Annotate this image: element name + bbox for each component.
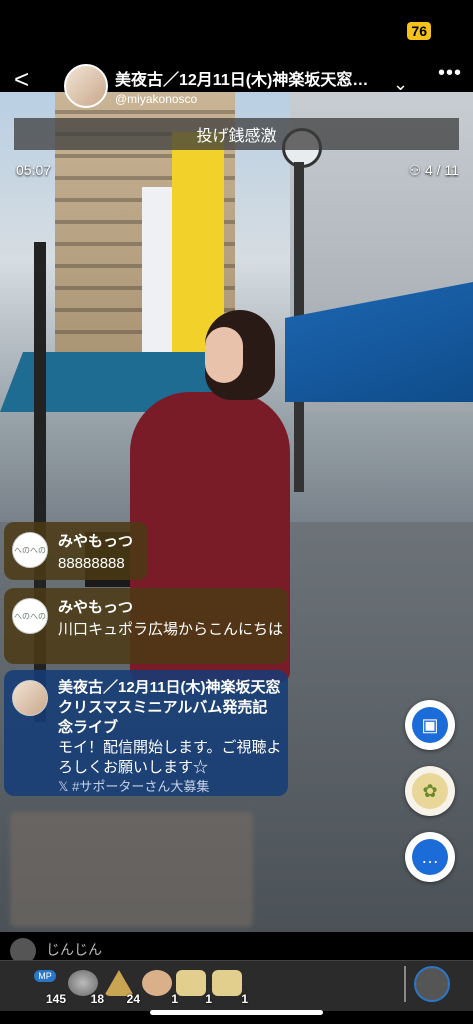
elapsed-time: 05:07 (16, 162, 52, 178)
gift-icon: ✿ (412, 773, 448, 809)
comment-text: 川口キュポラ広場からこんにちは (58, 621, 284, 638)
live-video[interactable] (0, 92, 473, 932)
blurred-content (10, 812, 253, 927)
comment-text: モイ！配信開始します。ご視聴よろしくお願いします☆ (58, 739, 282, 776)
commenter-name: 美夜古／12月11日(木)神楽坂天窓クリスマスミニアルバム発売記念ライブ (58, 679, 281, 736)
clap-icon (142, 970, 172, 996)
broadcaster-avatar[interactable] (64, 64, 108, 108)
broadcaster-handle[interactable]: @miyakonosco (115, 92, 197, 106)
back-button[interactable]: < (14, 66, 29, 92)
comment-item[interactable]: へのへの みやもっつ 88888888 (4, 522, 148, 580)
commenter-avatar: へのへの (12, 598, 48, 634)
person-icon: ⚇ (408, 162, 425, 178)
chevron-down-icon[interactable]: ⌄ (393, 74, 408, 95)
owner-comment-item[interactable]: 美夜古／12月11日(木)神楽坂天窓クリスマスミニアルバム発売記念ライブ モイ！… (4, 670, 288, 796)
commenter-avatar: へのへの (12, 532, 48, 568)
gift-button[interactable]: ✿ (405, 766, 455, 816)
coin-item[interactable]: 18 (64, 968, 104, 1006)
more-icon[interactable]: ••• (438, 62, 462, 85)
frame-icon: ▣ (412, 707, 448, 743)
recent-user-name: じんじん (46, 941, 102, 958)
singer-face (205, 327, 243, 383)
commenter-name: みやもっつ (58, 533, 134, 550)
commenter-avatar (12, 680, 48, 716)
battery-indicator: 76 (407, 22, 431, 40)
mp-badge-icon: MP (34, 970, 56, 982)
card-item[interactable]: 1 (208, 968, 248, 1006)
card-item[interactable]: 1 (172, 968, 212, 1006)
viewer-count-text: 4 / 11 (425, 162, 459, 178)
comment-subtext: 𝕏 #サポーターさん大募集 (58, 779, 210, 794)
commenter-name: みやもっつ (58, 599, 134, 616)
comment-text: 88888888 (58, 555, 125, 572)
home-indicator[interactable] (150, 1010, 323, 1015)
item-count: 145 (45, 992, 66, 1006)
divider (404, 966, 406, 1002)
send-item-button[interactable] (414, 966, 450, 1002)
gift-banner: 投げ銭感激 (14, 118, 459, 150)
screenshot-button[interactable]: ▣ (405, 700, 455, 750)
stream-title[interactable]: 美夜古／12月11日(木)神楽坂天窓… (115, 66, 390, 90)
chat-bubble-icon: … (412, 839, 448, 875)
item-count: 1 (241, 992, 248, 1006)
card-icon (176, 970, 206, 996)
comment-button[interactable]: … (405, 832, 455, 882)
comment-item[interactable]: へのへの みやもっつ 川口キュポラ広場からこんにちは (4, 588, 288, 664)
card-icon (212, 970, 242, 996)
mp-item[interactable]: MP 145 (26, 968, 66, 1006)
pyramid-item[interactable]: 24 (100, 968, 140, 1006)
viewer-count: ⚇ 4 / 11 (409, 162, 459, 179)
